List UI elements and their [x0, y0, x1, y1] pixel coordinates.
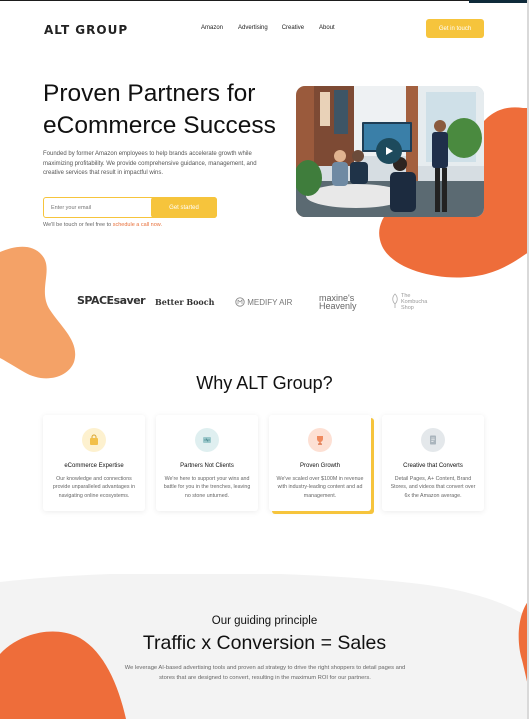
get-started-button[interactable]: Get started: [151, 197, 217, 218]
bag-icon: [82, 428, 106, 452]
email-form: Get started: [43, 197, 217, 218]
kombucha-leaf-icon: [392, 293, 398, 308]
main-nav: Amazon Advertising Creative About: [201, 25, 335, 31]
better-booch-logo: Better Booch: [155, 297, 215, 307]
why-section-title: Why ALT Group?: [196, 373, 333, 393]
feature-card-creative: Creative that Converts Detail Pages, A+ …: [382, 415, 484, 511]
hero-subtitle: Founded by former Amazon employees to he…: [43, 151, 257, 176]
schedule-call-link[interactable]: schedule a call now.: [113, 222, 162, 228]
medify-air-text: MEDIFY AIR: [247, 298, 293, 307]
spacesaver-logo: SPACEsaver: [77, 294, 146, 307]
frame-top-border: [0, 0, 529, 1]
feature-card-expertise: eCommerce Expertise Our knowledge and co…: [43, 415, 145, 511]
card-text: We're here to support your wins and batt…: [163, 476, 251, 499]
maxines-heavenly-logo: maxine's Heavenly: [319, 294, 357, 311]
nav-item-amazon[interactable]: Amazon: [201, 25, 223, 31]
medify-circle-icon: [235, 297, 245, 307]
trophy-icon: [308, 428, 332, 452]
principle-headline: Traffic x Conversion = Sales: [142, 632, 387, 654]
left-peach-blob: [0, 246, 76, 379]
card-text: Detail Pages, A+ Content, Brand Stores, …: [390, 476, 476, 499]
card-text: Our knowledge and connections provide un…: [52, 476, 136, 499]
contact-text: We'll be touch or feel free to: [43, 222, 113, 228]
feature-card-growth: Proven Growth We've scaled over $100M in…: [269, 415, 371, 511]
frame-top-accent: [469, 0, 529, 3]
play-icon: [386, 147, 393, 155]
card-title: Proven Growth: [299, 463, 341, 469]
nav-item-about[interactable]: About: [319, 25, 335, 31]
hero-title: Proven Partners for eCommerce Success: [43, 78, 293, 142]
kombucha-line-3: Shop: [401, 305, 414, 311]
kombucha-shop-logo: The Kombucha Shop: [392, 293, 427, 311]
handshake-icon: [195, 428, 219, 452]
principle-label: Our guiding principle: [211, 615, 318, 627]
play-video-button[interactable]: [376, 138, 402, 164]
maxines-line-2: Heavenly: [319, 301, 357, 311]
hero-title-line-1: Proven Partners for: [43, 80, 256, 107]
feature-card-partners: Partners Not Clients We're here to suppo…: [156, 415, 258, 511]
card-title: Partners Not Clients: [180, 463, 234, 469]
site-logo[interactable]: ALT GROUP: [44, 23, 128, 37]
document-icon: [421, 428, 445, 452]
contact-line: We'll be touch or feel free to schedule …: [43, 222, 162, 228]
card-title: Creative that Converts: [403, 463, 463, 469]
hero-title-line-2: eCommerce Success: [43, 112, 276, 139]
get-in-touch-button[interactable]: Get in touch: [426, 19, 484, 38]
card-text: We've scaled over $100M in revenue with …: [276, 476, 364, 499]
principle-text: We leverage AI-based advertising tools a…: [124, 665, 406, 681]
medify-air-logo: MEDIFY AIR: [235, 297, 292, 307]
nav-item-creative[interactable]: Creative: [282, 25, 304, 31]
card-title: eCommerce Expertise: [64, 463, 124, 469]
nav-item-advertising[interactable]: Advertising: [238, 25, 268, 31]
email-input[interactable]: [44, 198, 152, 217]
